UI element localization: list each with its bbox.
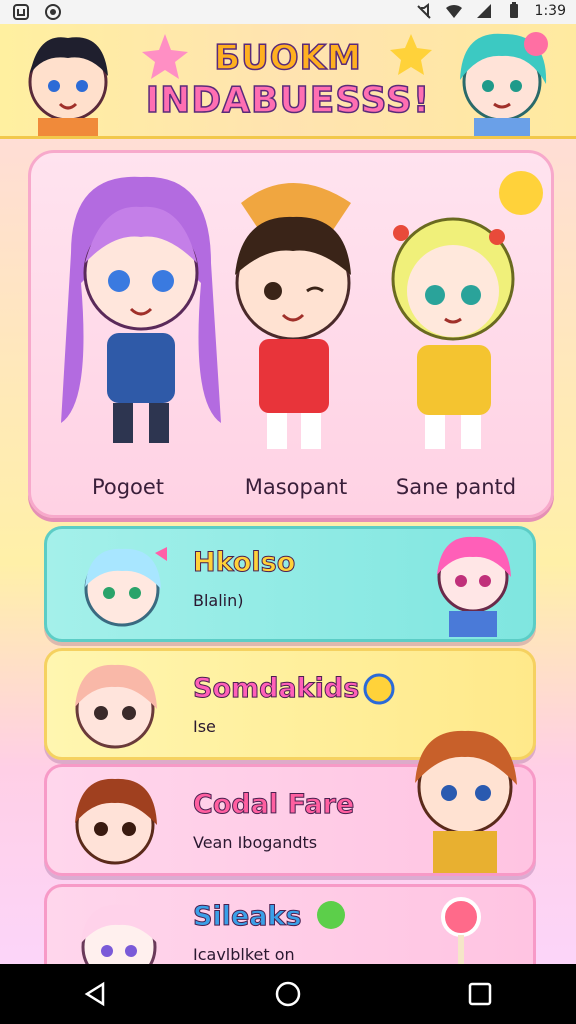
status-sync-icon (45, 4, 61, 20)
battery-icon (509, 2, 518, 18)
character-masopant[interactable] (201, 163, 381, 463)
recents-button[interactable] (450, 964, 510, 1024)
list-item-subtitle: Vean Ibogandts (193, 833, 318, 852)
list-item-subtitle: Ise (193, 717, 216, 736)
character-sane-pantd[interactable] (361, 163, 551, 463)
avatar (84, 547, 167, 627)
character-label-sane-pantd: Sane pantd (395, 475, 517, 499)
avatar (75, 664, 157, 749)
status-time: 1:39 (534, 3, 566, 19)
header-banner: БUOKM INDABUESSS! (0, 24, 576, 139)
avatar (415, 730, 517, 873)
recents-icon (468, 982, 492, 1006)
home-icon (275, 981, 301, 1007)
avatar (437, 536, 511, 637)
back-icon (84, 981, 105, 1007)
home-button[interactable] (258, 964, 318, 1024)
back-button[interactable] (66, 964, 126, 1024)
balloon-icon (317, 901, 345, 929)
list-item-codal-fare[interactable]: Codal Fare Vean Ibogandts (44, 730, 536, 876)
list-item-subtitle: Icavlblket on (193, 945, 295, 964)
character-label-masopant: Masopant (244, 475, 348, 499)
mute-icon (416, 3, 431, 19)
list-item-title: Codal Fare (192, 789, 355, 821)
character-label-pogoet: Pogoet (91, 475, 165, 499)
signal-icon (476, 4, 491, 18)
list-item-title: Sileaks (193, 901, 303, 933)
wifi-icon (445, 4, 462, 18)
list-item-subtitle: Blalin) (193, 591, 244, 610)
status-bar: 1:39 (0, 0, 576, 24)
list-item-title: Somdakids (192, 673, 360, 705)
featured-characters-card[interactable]: Pogoet Masopant Sane pantd (28, 150, 554, 518)
list-item-title: Hkolso (192, 547, 296, 579)
status-app-icon (13, 4, 29, 20)
list-item-hkolso[interactable]: Hkolso Blalin) (44, 526, 536, 642)
header-avatar-right (460, 32, 548, 136)
bird-icon (363, 673, 395, 705)
navigation-bar (0, 964, 576, 1024)
avatar (75, 778, 157, 865)
